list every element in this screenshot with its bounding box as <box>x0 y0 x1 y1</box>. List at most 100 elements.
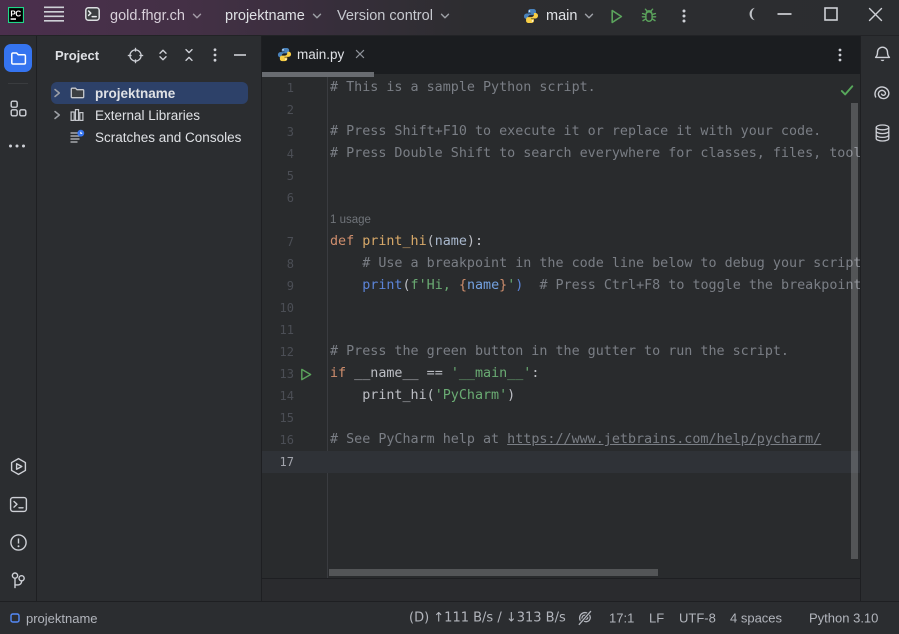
database-button[interactable] <box>873 123 892 143</box>
close-tab-icon[interactable] <box>355 49 365 59</box>
code-text: # See PyCharm help at https://www.jetbra… <box>330 429 821 451</box>
chevron-right-icon[interactable] <box>51 109 63 121</box>
maximize-button[interactable] <box>824 0 838 30</box>
tree-item-scratches-and-consoles[interactable]: Scratches and Consoles <box>37 126 261 148</box>
line-number: 14 <box>262 385 294 407</box>
ssh-host-icon[interactable] <box>85 0 100 30</box>
version-control-tool-button[interactable] <box>7 569 29 591</box>
code-line-6: 6 <box>262 187 860 209</box>
expand-all-icon[interactable] <box>155 47 171 63</box>
run-tool-button[interactable] <box>7 455 29 477</box>
tree-item-label: External Libraries <box>95 108 200 123</box>
code-line-5: 5 <box>262 165 860 187</box>
code-text: # This is a sample Python script. <box>330 77 596 99</box>
code-line-9: 9 print(f'Hi, {name}') # Press Ctrl+F8 t… <box>262 275 860 297</box>
tab-main-py[interactable]: main.py <box>262 36 374 74</box>
status-indent[interactable]: 4 spaces <box>730 611 782 626</box>
chevron-right-icon[interactable] <box>51 87 63 99</box>
project-tool-button-active[interactable] <box>4 44 32 72</box>
minimize-button[interactable] <box>777 0 792 30</box>
code-line-17: 17 <box>262 451 860 473</box>
line-number: 6 <box>262 187 294 209</box>
line-number: 11 <box>262 319 294 341</box>
collapse-all-icon[interactable] <box>181 47 197 63</box>
tree-item-external-libraries[interactable]: External Libraries <box>37 104 261 126</box>
line-number: 10 <box>262 297 294 319</box>
code-line-2: 2 <box>262 99 860 121</box>
line-number: 16 <box>262 429 294 451</box>
status-line-separator[interactable]: LF <box>649 611 664 626</box>
inspections-ok-check-icon[interactable] <box>840 84 854 97</box>
code-line-8: 8 # Use a breakpoint in the code line be… <box>262 253 860 275</box>
code-line-14: 14 print_hi('PyCharm') <box>262 385 860 407</box>
hide-panel-icon[interactable] <box>232 47 248 63</box>
close-button[interactable] <box>868 0 883 30</box>
status-bar: projektname (D) ↑111 B/s / ↓313 B/s17:1L… <box>0 601 899 634</box>
code-text: def print_hi(name): <box>330 231 483 253</box>
debug-button[interactable] <box>640 0 658 32</box>
chevron-down-icon <box>311 10 323 22</box>
chevron-down-icon <box>191 10 203 22</box>
code-line-11: 11 <box>262 319 860 341</box>
run-line-icon[interactable] <box>298 367 313 382</box>
code-text: # Use a breakpoint in the code line belo… <box>330 253 860 275</box>
line-number: 3 <box>262 121 294 143</box>
status-right-widgets: (D) ↑111 B/s / ↓313 B/s 17:1 LF UTF-8 4 spac… <box>0 602 899 634</box>
code-line-3: 3# Press Shift+F10 to execute it or repl… <box>262 121 860 143</box>
code-line-16: 16 # See PyCharm help at https://www.jetb… <box>262 429 860 451</box>
select-opened-file-icon[interactable] <box>127 47 144 64</box>
code-line-15: 15 <box>262 407 860 429</box>
tree-item-label: projektname <box>95 86 175 101</box>
status-interpreter[interactable]: Python 3.10 <box>809 611 878 626</box>
ai-assistant-button[interactable] <box>872 84 892 104</box>
terminal-tool-button[interactable] <box>7 493 29 515</box>
line-number: 13 <box>262 363 294 385</box>
more-actions-kebab-icon[interactable] <box>678 0 690 32</box>
project-widget[interactable]: projektname <box>225 0 323 32</box>
status-network[interactable]: (D) ↑111 B/s / ↓313 B/s <box>409 611 566 626</box>
main-menu-burger-icon[interactable] <box>44 0 64 30</box>
editor-area: main.py 1 # This is a sample Python scrip… <box>262 36 860 578</box>
scratches-icon <box>69 129 85 145</box>
remote-host-widget[interactable]: gold.fhgr.ch <box>110 0 203 32</box>
night-mode-moon-icon[interactable] <box>746 0 758 30</box>
line-number: 2 <box>262 99 294 121</box>
notifications-bell-button[interactable] <box>872 45 892 65</box>
panel-options-kebab-icon[interactable] <box>207 47 223 63</box>
line-number: 7 <box>262 231 294 253</box>
code-line-12: 12# Press the green button in the gutter… <box>262 341 860 363</box>
line-number: 4 <box>262 143 294 165</box>
code-line-4: 4# Press Double Shift to search everywhe… <box>262 143 860 165</box>
right-tool-stripe <box>860 36 899 601</box>
editor-options-kebab-icon[interactable] <box>834 47 846 63</box>
project-panel-title: Project <box>55 48 99 63</box>
status-encoding[interactable]: UTF-8 <box>679 611 716 626</box>
structure-tool-button[interactable] <box>8 98 28 118</box>
chevron-down-icon <box>439 10 451 22</box>
pycharm-logo-text: PC <box>10 10 21 19</box>
library-icon <box>69 107 85 123</box>
editor-bottom-strip <box>262 578 860 601</box>
stripe-divider <box>8 83 28 84</box>
python-logo-icon <box>523 8 539 24</box>
project-panel-header: Project <box>37 36 261 76</box>
more-tool-windows-button[interactable] <box>6 140 28 152</box>
run-config-widget[interactable]: main <box>523 0 595 32</box>
vcs-widget[interactable]: Version control <box>337 0 451 32</box>
status-ai-off-icon[interactable] <box>577 610 593 626</box>
status-caret-position[interactable]: 17:1 <box>609 611 634 626</box>
problems-tool-button[interactable] <box>7 531 29 553</box>
folder-icon <box>69 85 85 101</box>
line-number: 5 <box>262 165 294 187</box>
tree-item-projektname[interactable]: projektname <box>37 82 261 104</box>
vertical-scrollbar[interactable] <box>851 103 858 559</box>
horizontal-scrollbar[interactable] <box>329 569 658 576</box>
run-button[interactable] <box>608 0 625 32</box>
usages-inlay-hint[interactable]: 1 usage <box>330 209 371 231</box>
code-line-13: 13if __name__ == '__main__': <box>262 363 860 385</box>
code-text: # Press the green button in the gutter t… <box>330 341 789 363</box>
line-number: 1 <box>262 77 294 99</box>
line-number: 9 <box>262 275 294 297</box>
tree-item-label: Scratches and Consoles <box>95 130 241 145</box>
editor-tab-bar: main.py <box>262 36 860 74</box>
